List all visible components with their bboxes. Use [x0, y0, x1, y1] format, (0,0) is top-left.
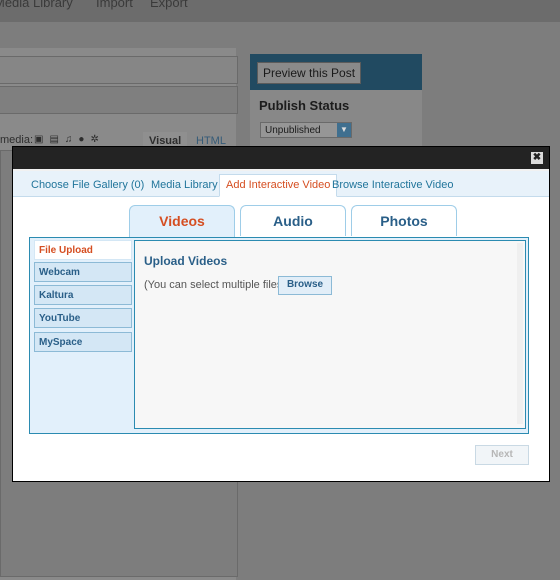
content-scrollbar[interactable] — [517, 243, 523, 424]
modal-titlebar: ✖ — [13, 147, 549, 169]
tab-choose-file[interactable]: Choose File — [25, 175, 96, 196]
tab-videos[interactable]: Videos — [129, 205, 235, 238]
background-media-label: media: — [0, 134, 34, 146]
image-icon: ▣ — [34, 134, 50, 145]
upload-content: Upload Videos (You can select multiple f… — [134, 240, 526, 429]
tab-browse-interactive-video[interactable]: Browse Interactive Video — [326, 175, 459, 196]
background-status-value: Unpublished — [265, 125, 321, 136]
nav-media-library: Media Library — [0, 0, 73, 10]
source-webcam[interactable]: Webcam — [34, 262, 132, 282]
source-youtube[interactable]: YouTube — [34, 308, 132, 328]
media-icon: ● — [78, 134, 91, 145]
nav-import: Import — [96, 0, 133, 10]
background-media-icons: ▣▤♫●✲ — [34, 134, 105, 145]
video-icon: ▤ — [49, 134, 65, 145]
next-button[interactable]: Next — [475, 445, 529, 465]
nav-export: Export — [150, 0, 188, 10]
tab-audio[interactable]: Audio — [240, 205, 346, 236]
browse-button[interactable]: Browse — [278, 276, 332, 295]
source-kaltura[interactable]: Kaltura — [34, 285, 132, 305]
upload-panel: File Upload Webcam Kaltura YouTube MySpa… — [29, 237, 529, 434]
tab-add-interactive-video[interactable]: Add Interactive Video — [219, 174, 338, 197]
tab-media-library[interactable]: Media Library — [145, 175, 224, 196]
close-icon[interactable]: ✖ — [531, 152, 543, 164]
tab-photos[interactable]: Photos — [351, 205, 457, 236]
upload-area: Videos Audio Photos File Upload Webcam K… — [13, 197, 549, 481]
background-title-input — [0, 56, 238, 84]
source-file-upload[interactable]: File Upload — [34, 240, 132, 260]
chevron-down-icon: ▼ — [337, 123, 351, 137]
tab-gallery[interactable]: Gallery (0) — [87, 175, 150, 196]
audio-icon: ♫ — [64, 134, 79, 145]
upload-note: (You can select multiple files) — [144, 279, 287, 291]
background-status-select: Unpublished ▼ — [260, 122, 352, 138]
background-preview-button: Preview this Post — [257, 62, 362, 84]
background-top-nav: Media Library Import Export — [0, 0, 560, 22]
background-permalink-field — [0, 86, 238, 114]
upload-title: Upload Videos — [144, 254, 228, 268]
source-myspace[interactable]: MySpace — [34, 332, 132, 352]
media-tabs: Choose File Gallery (0) Media Library Ad… — [13, 171, 549, 197]
background-publish-status: Publish Status — [259, 98, 350, 113]
settings-icon: ✲ — [90, 134, 105, 145]
media-upload-modal: ✖ Choose File Gallery (0) Media Library … — [12, 146, 550, 482]
